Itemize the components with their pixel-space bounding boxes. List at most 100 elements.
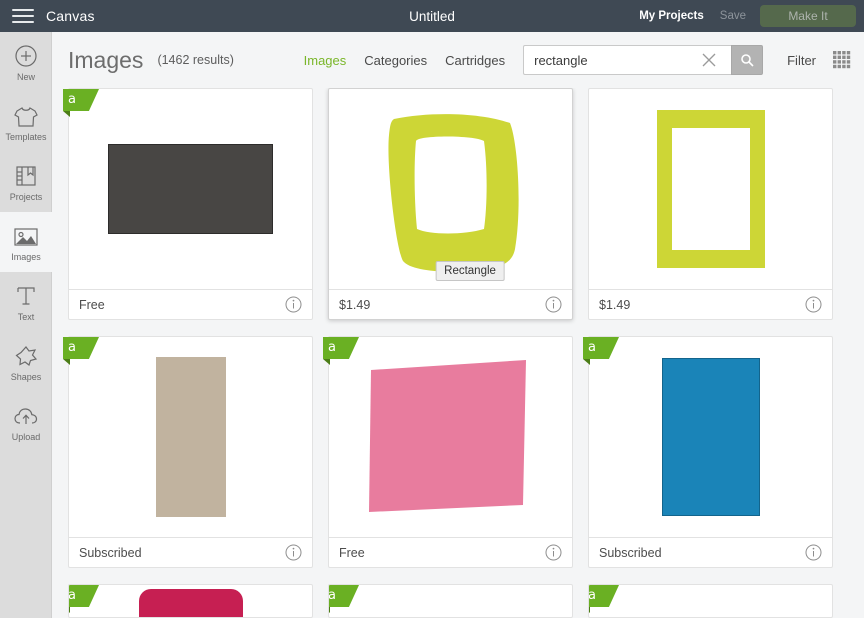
info-circle-icon[interactable] — [805, 296, 822, 313]
card-price: Subscribed — [79, 545, 142, 560]
sidebar-item-templates[interactable]: Templates — [0, 92, 52, 152]
cricut-design-space-window: Canvas Untitled My Projects Save Make It… — [0, 0, 864, 618]
sidebar-item-label: Templates — [5, 132, 47, 142]
sidebar-item-text[interactable]: Text — [0, 272, 52, 332]
access-badge: a — [583, 337, 619, 365]
card-artwork — [69, 89, 312, 289]
results-count: (1462 results) — [157, 53, 234, 67]
info-circle-icon[interactable] — [545, 296, 562, 313]
badge-letter: a — [328, 340, 336, 355]
grid-view-icon[interactable] — [832, 50, 852, 70]
image-card[interactable]: a Subscribed — [63, 336, 313, 568]
sidebar-item-label: Projects — [9, 192, 43, 202]
grid-row: a Subscribed a Free a Subscribed — [63, 336, 848, 568]
badge-letter: a — [588, 340, 596, 355]
rectangle-frame-shape — [656, 110, 765, 268]
sidebar-item-label: New — [16, 72, 35, 82]
tab-cartridges[interactable]: Cartridges — [445, 53, 505, 68]
images-panel: Images (1462 results) Images Categories … — [52, 32, 864, 618]
info-circle-icon[interactable] — [285, 544, 302, 561]
image-name-tooltip: Rectangle — [435, 261, 505, 281]
search-field-wrap — [523, 45, 732, 75]
sidebar-item-shapes[interactable]: Shapes — [0, 332, 52, 392]
sidebar-item-label: Shapes — [10, 372, 42, 382]
card-footer: Subscribed — [69, 537, 312, 567]
badge-letter: a — [68, 92, 76, 107]
tan-rectangle-shape — [155, 357, 226, 517]
card-footer: Free — [329, 537, 572, 567]
card-price: $1.49 — [339, 297, 371, 312]
info-circle-icon[interactable] — [285, 296, 302, 313]
canvas-label: Canvas — [46, 8, 95, 24]
image-card[interactable]: a — [588, 584, 833, 618]
card-price: Free — [79, 297, 105, 312]
blue-rectangle-shape — [661, 358, 760, 516]
access-badge: a — [328, 585, 359, 613]
card-footer: $1.49 — [329, 289, 572, 319]
tab-categories[interactable]: Categories — [364, 53, 427, 68]
sidebar-item-label: Text — [17, 312, 35, 322]
badge-letter: a — [68, 588, 76, 603]
access-badge: a — [63, 89, 99, 117]
save-button[interactable]: Save — [720, 10, 746, 22]
image-card[interactable]: a Free — [63, 88, 313, 320]
search-bar — [523, 45, 764, 75]
image-results-grid: a Free Rectangle $1.49 $1.49 a Subscribe… — [52, 88, 864, 618]
sidebar-item-new[interactable]: New — [0, 32, 52, 92]
card-price: Free — [339, 545, 365, 560]
my-projects-button[interactable]: My Projects — [639, 10, 704, 22]
filter-button[interactable]: Filter — [787, 53, 816, 68]
cloud-upload-icon — [13, 402, 39, 428]
image-card[interactable]: a — [328, 584, 573, 618]
sidebar-item-upload[interactable]: Upload — [0, 392, 52, 452]
info-circle-icon[interactable] — [545, 544, 562, 561]
card-price: Subscribed — [599, 545, 662, 560]
panel-tabs: Images Categories Cartridges rectangle F… — [304, 45, 852, 75]
card-footer: Subscribed — [589, 537, 832, 567]
book-icon — [14, 162, 38, 188]
card-artwork — [69, 585, 312, 617]
hamburger-menu-icon[interactable] — [0, 0, 46, 32]
search-submit-button[interactable] — [731, 45, 764, 75]
image-card[interactable]: a — [68, 584, 313, 618]
badge-letter: a — [68, 340, 76, 355]
card-price: $1.49 — [599, 297, 631, 312]
sidebar-item-projects[interactable]: Projects — [0, 152, 52, 212]
access-badge: a — [323, 337, 359, 365]
search-input[interactable] — [532, 51, 695, 69]
access-badge: a — [63, 337, 99, 365]
page-title: Images — [68, 46, 144, 73]
card-artwork — [589, 585, 832, 617]
tab-images[interactable]: Images — [304, 53, 347, 68]
card-artwork: Rectangle — [329, 89, 572, 289]
top-bar: Canvas Untitled My Projects Save Make It — [0, 0, 864, 32]
card-footer: Free — [69, 289, 312, 319]
image-card[interactable]: a Free — [323, 336, 573, 568]
card-artwork — [329, 585, 572, 617]
card-artwork — [69, 337, 312, 537]
close-x-icon[interactable] — [694, 45, 724, 75]
make-it-button[interactable]: Make It — [760, 5, 856, 27]
badge-letter: a — [328, 588, 336, 603]
access-badge: a — [68, 585, 99, 613]
card-artwork — [589, 89, 832, 289]
image-card[interactable]: Rectangle $1.49 — [328, 88, 573, 320]
top-bar-actions: My Projects Save Make It — [639, 0, 864, 32]
grid-row: a Free Rectangle $1.49 $1.49 — [63, 88, 848, 320]
sidebar-item-label: Upload — [11, 432, 41, 442]
badge-letter: a — [588, 588, 596, 603]
image-card[interactable]: a Subscribed — [583, 336, 833, 568]
crimson-rounded-shape — [138, 589, 243, 617]
image-card[interactable]: $1.49 — [588, 88, 833, 320]
pink-quadrilateral-shape — [368, 360, 526, 512]
hand-drawn-rectangle-shape — [387, 114, 519, 272]
info-circle-icon[interactable] — [805, 544, 822, 561]
panel-header: Images (1462 results) Images Categories … — [52, 32, 864, 88]
sidebar-item-label: Images — [11, 252, 41, 262]
tshirt-icon — [13, 102, 39, 128]
card-footer: $1.49 — [589, 289, 832, 319]
card-artwork — [589, 337, 832, 537]
sidebar-item-images[interactable]: Images — [0, 212, 52, 272]
access-badge: a — [588, 585, 619, 613]
plus-circle-icon — [14, 42, 38, 68]
